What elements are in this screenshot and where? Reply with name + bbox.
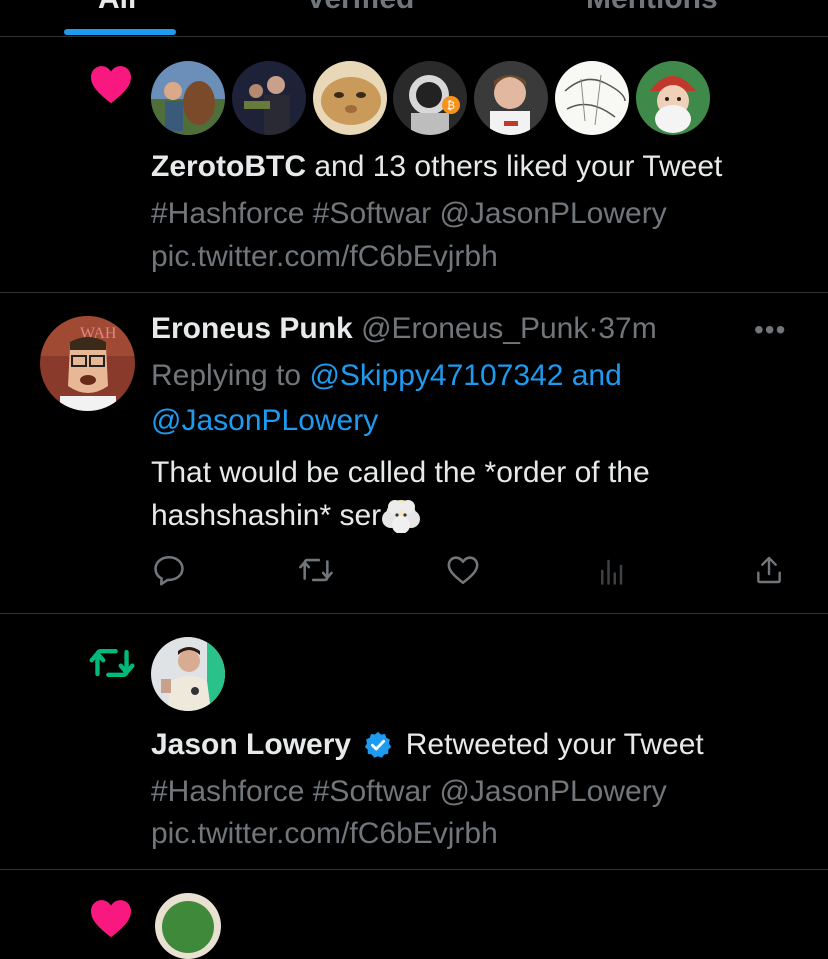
tweet-time[interactable]: 37m bbox=[598, 312, 656, 345]
notification-text: Retweeted your Tweet bbox=[405, 728, 704, 761]
heart-icon bbox=[91, 900, 131, 938]
tab-mentions[interactable]: Mentions bbox=[586, 0, 718, 16]
retweet-icon[interactable] bbox=[297, 553, 335, 587]
tweet-header: Eroneus Punk @Eroneus_Punk·37m bbox=[151, 311, 657, 347]
tab-all[interactable]: All bbox=[98, 0, 136, 16]
divider bbox=[0, 292, 828, 293]
verified-badge-icon bbox=[365, 731, 392, 758]
active-tab-indicator bbox=[64, 29, 176, 35]
avatar[interactable] bbox=[232, 61, 306, 135]
retweet-notification-title: Jason Lowery Retweeted your Tweet bbox=[151, 727, 704, 763]
avatar[interactable] bbox=[151, 61, 225, 135]
avatar[interactable] bbox=[555, 61, 629, 135]
like-notification-title: ZerotoBTC and 13 others liked your Tweet bbox=[151, 149, 722, 185]
svg-text:₿: ₿ bbox=[447, 100, 455, 112]
tweet-preview-link[interactable]: pic.twitter.com/fC6bEvjrbh bbox=[151, 816, 498, 852]
tweet-preview-line: #Hashforce #Softwar @JasonPLowery bbox=[151, 197, 667, 230]
divider bbox=[0, 613, 828, 614]
separator-dot: · bbox=[588, 312, 599, 345]
avatar[interactable] bbox=[636, 61, 710, 135]
tab-verified[interactable]: Verified bbox=[306, 0, 414, 16]
avatar[interactable]: WAH bbox=[40, 316, 135, 411]
avatar[interactable] bbox=[151, 637, 225, 711]
avatar[interactable]: ₿ bbox=[393, 61, 467, 135]
avatar[interactable] bbox=[155, 893, 221, 959]
notification-text: and 13 others liked your Tweet bbox=[314, 150, 723, 183]
share-icon[interactable] bbox=[753, 553, 785, 587]
face-in-clouds-emoji bbox=[382, 500, 421, 534]
tweet-preview-line: #Hashforce #Softwar @JasonPLowery bbox=[151, 775, 667, 808]
actor-name[interactable]: ZerotoBTC bbox=[151, 150, 306, 183]
notification-tabs: All Verified Mentions bbox=[0, 0, 828, 37]
reply-icon[interactable] bbox=[152, 553, 186, 587]
avatar[interactable] bbox=[474, 61, 548, 135]
author-name[interactable]: Eroneus Punk bbox=[151, 312, 353, 345]
replying-to-mentions[interactable]: @Skippy47107342 and bbox=[309, 359, 621, 392]
avatar[interactable] bbox=[313, 61, 387, 135]
like-icon[interactable] bbox=[446, 554, 480, 586]
more-options-button[interactable]: ••• bbox=[754, 314, 786, 346]
tweet-body-text: hashshashin* ser bbox=[151, 499, 382, 532]
author-handle[interactable]: @Eroneus_Punk bbox=[361, 312, 588, 345]
divider bbox=[0, 869, 828, 870]
actor-name[interactable]: Jason Lowery bbox=[151, 728, 351, 761]
heart-icon bbox=[91, 66, 131, 104]
tweet-body-line: hashshashin* ser bbox=[151, 497, 421, 534]
tweet-body-line: That would be called the *order of the bbox=[151, 456, 650, 489]
retweet-icon bbox=[89, 649, 135, 677]
analytics-icon[interactable] bbox=[596, 556, 626, 586]
replying-to-mention[interactable]: @JasonPLowery bbox=[151, 403, 378, 439]
tweet-preview-link[interactable]: pic.twitter.com/fC6bEvjrbh bbox=[151, 239, 498, 275]
replying-to: Replying to @Skippy47107342 and bbox=[151, 358, 622, 394]
replying-to-prefix: Replying to bbox=[151, 359, 302, 392]
